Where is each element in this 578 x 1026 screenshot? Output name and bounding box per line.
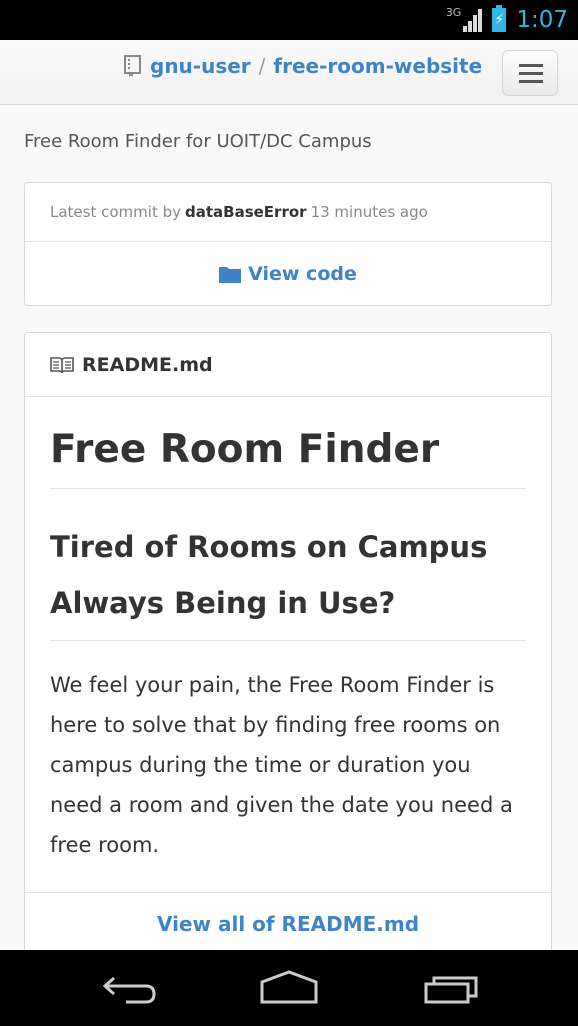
- readme-filename: README.md: [82, 353, 213, 376]
- navigation-bar: [0, 950, 578, 1026]
- view-code-button[interactable]: View code: [25, 242, 551, 306]
- menu-button[interactable]: [502, 50, 558, 96]
- recent-apps-icon[interactable]: [418, 968, 488, 1008]
- book-open-icon: [50, 356, 74, 373]
- commit-prefix: Latest commit by: [50, 203, 181, 221]
- breadcrumb-separator: /: [258, 54, 266, 78]
- repo-owner-link[interactable]: gnu-user: [150, 54, 251, 78]
- commit-time: 13 minutes ago: [310, 203, 428, 221]
- view-code-label: View code: [248, 263, 357, 285]
- readme-content: Free Room Finder Tired of Rooms on Campu…: [25, 427, 551, 865]
- home-icon[interactable]: [254, 968, 324, 1008]
- folder-icon: [219, 267, 242, 283]
- hamburger-menu-icon: [519, 64, 543, 67]
- readme-paragraph: We feel your pain, the Free Room Finder …: [50, 672, 513, 857]
- readme-box: README.md Free Room Finder Tired of Room…: [24, 332, 552, 972]
- repo-breadcrumb: gnu-user / free-room-website: [124, 52, 482, 80]
- readme-header: README.md: [25, 333, 551, 397]
- back-icon[interactable]: [94, 968, 164, 1008]
- status-bar: 3G ⚡ 1:07: [0, 0, 578, 40]
- repo-book-icon: [124, 55, 141, 77]
- signal-icon: [463, 8, 483, 32]
- commit-author[interactable]: dataBaseError: [185, 203, 307, 221]
- latest-commit-row: Latest commit by dataBaseError 13 minute…: [25, 183, 551, 242]
- view-all-readme-link[interactable]: View all of README.md: [25, 892, 551, 955]
- readme-subheading: Tired of Rooms on Campus Always Being in…: [50, 519, 526, 641]
- repo-name-link[interactable]: free-room-website: [273, 54, 482, 78]
- repo-header: gnu-user / free-room-website: [0, 40, 578, 105]
- battery-icon: ⚡: [492, 5, 507, 32]
- readme-heading: Free Room Finder: [50, 427, 526, 489]
- latest-commit-box: Latest commit by dataBaseError 13 minute…: [24, 182, 552, 306]
- status-time: 1:07: [516, 7, 568, 33]
- network-type: 3G: [445, 5, 462, 19]
- repo-description: Free Room Finder for UOIT/DC Campus: [24, 131, 372, 152]
